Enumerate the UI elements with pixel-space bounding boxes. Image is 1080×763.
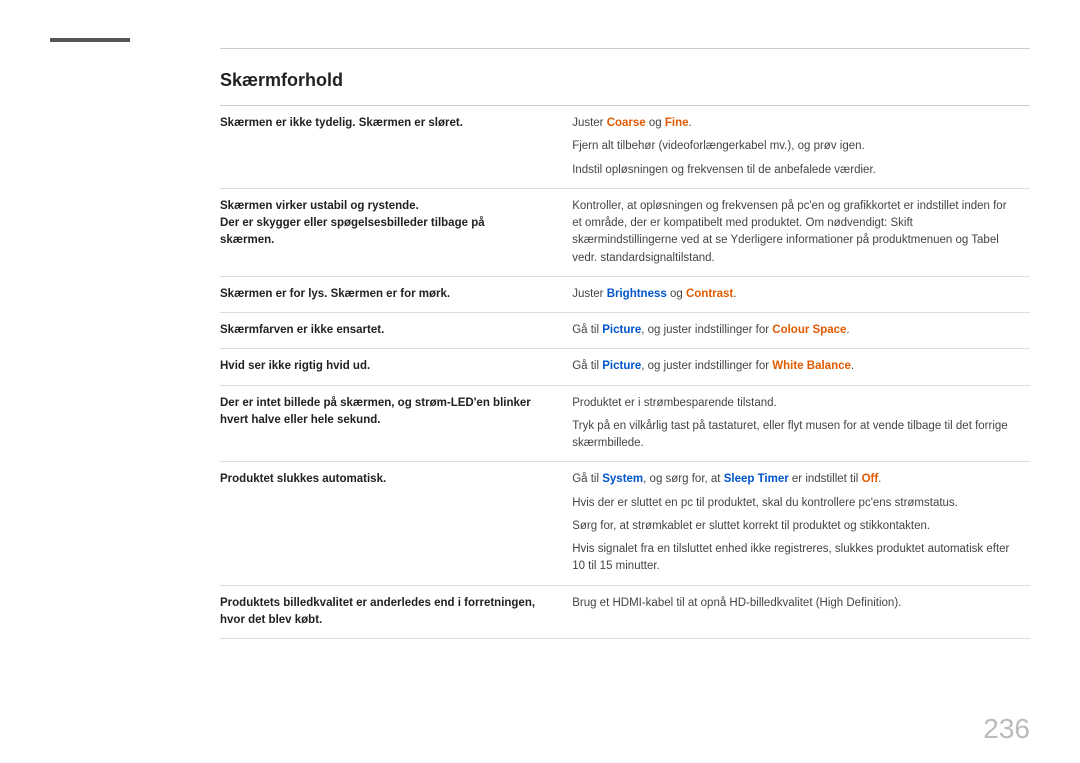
problem-cell: Der er intet billede på skærmen, og strø…: [220, 385, 560, 462]
problem-cell: Produktets billedkvalitet er anderledes …: [220, 585, 560, 639]
table-row: Skærmen er for lys. Skærmen er for mørk.…: [220, 276, 1030, 312]
problem-cell: Skærmfarven er ikke ensartet.: [220, 313, 560, 349]
left-accent: [50, 38, 130, 42]
table-row: Produktet slukkes automatisk.Gå til Syst…: [220, 462, 1030, 585]
problem-cell: Hvid ser ikke rigtig hvid ud.: [220, 349, 560, 385]
solution-cell: Gå til Picture, og juster indstillinger …: [560, 349, 1030, 385]
solution-cell: Produktet er i strømbesparende tilstand.…: [560, 385, 1030, 462]
problem-cell: Produktet slukkes automatisk.: [220, 462, 560, 585]
table-row: Produktets billedkvalitet er anderledes …: [220, 585, 1030, 639]
problem-cell: Skærmen er ikke tydelig. Skærmen er slør…: [220, 106, 560, 188]
solution-cell: Gå til Picture, og juster indstillinger …: [560, 313, 1030, 349]
solution-cell: Juster Coarse og Fine.Fjern alt tilbehør…: [560, 106, 1030, 188]
solution-cell: Gå til System, og sørg for, at Sleep Tim…: [560, 462, 1030, 585]
top-bar: [220, 48, 1030, 49]
solution-cell: Brug et HDMI-kabel til at opnå HD-billed…: [560, 585, 1030, 639]
problem-cell: Skærmen er for lys. Skærmen er for mørk.: [220, 276, 560, 312]
table-row: Hvid ser ikke rigtig hvid ud.Gå til Pict…: [220, 349, 1030, 385]
page-title: Skærmforhold: [220, 70, 1030, 91]
page-number: 236: [983, 713, 1030, 745]
table-row: Skærmen virker ustabil og rystende.Der e…: [220, 188, 1030, 276]
solution-cell: Juster Brightness og Contrast.: [560, 276, 1030, 312]
table-row: Der er intet billede på skærmen, og strø…: [220, 385, 1030, 462]
problem-cell: Skærmen virker ustabil og rystende.Der e…: [220, 188, 560, 276]
content-area: Skærmforhold Skærmen er ikke tydelig. Sk…: [220, 60, 1030, 713]
table-row: Skærmfarven er ikke ensartet.Gå til Pict…: [220, 313, 1030, 349]
table-row: Skærmen er ikke tydelig. Skærmen er slør…: [220, 106, 1030, 188]
trouble-table: Skærmen er ikke tydelig. Skærmen er slør…: [220, 106, 1030, 639]
solution-cell: Kontroller, at opløsningen og frekvensen…: [560, 188, 1030, 276]
